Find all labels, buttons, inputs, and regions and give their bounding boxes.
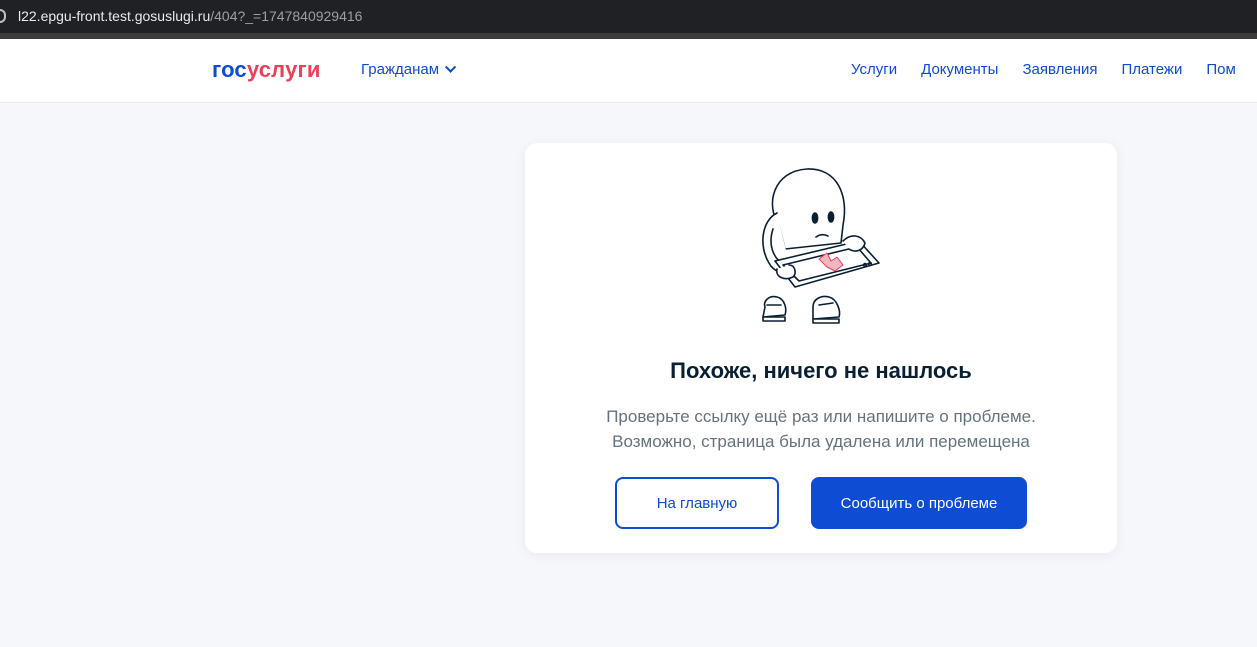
url-path: /404?_=1747840929416 [210, 8, 363, 24]
site-info-icon[interactable] [0, 9, 6, 23]
url-text[interactable]: l22.epgu-front.test.gosuslugi.ru/404?_=1… [18, 8, 362, 24]
citizens-label: Гражданам [361, 61, 440, 78]
citizens-dropdown[interactable]: Гражданам [361, 61, 457, 79]
nav-help[interactable]: Пом [1206, 61, 1235, 78]
logo-part-gos: гос [212, 57, 247, 82]
page-title: Похоже, ничего не нашлось [670, 358, 972, 383]
description-line-2: Возможно, страница была удалена или пере… [612, 432, 1030, 451]
report-problem-button[interactable]: Сообщить о проблеме [811, 477, 1027, 529]
gosuslugi-logo[interactable]: госуслуги [212, 58, 321, 82]
page-description: Проверьте ссылку ещё раз или напишите о … [525, 404, 1117, 454]
url-host: l22.epgu-front.test.gosuslugi.ru [18, 8, 211, 24]
not-found-card: Похоже, ничего не нашлось Проверьте ссыл… [525, 143, 1117, 553]
not-found-character-illustration [762, 168, 880, 324]
nav-documents[interactable]: Документы [921, 61, 998, 78]
home-button[interactable]: На главную [615, 477, 779, 529]
description-line-1: Проверьте ссылку ещё раз или напишите о … [606, 407, 1036, 426]
nav-services[interactable]: Услуги [851, 61, 897, 78]
nav-applications[interactable]: Заявления [1022, 61, 1097, 78]
nav-payments[interactable]: Платежи [1122, 61, 1183, 78]
chevron-down-icon [444, 61, 457, 73]
logo-part-uslugi: услуги [246, 57, 321, 82]
main-nav: Услуги Документы Заявления Платежи Пом [851, 61, 1257, 79]
browser-url-bar[interactable]: l22.epgu-front.test.gosuslugi.ru/404?_=1… [0, 0, 1257, 33]
site-header: госуслуги Гражданам Услуги Документы Заявл… [0, 39, 1257, 103]
